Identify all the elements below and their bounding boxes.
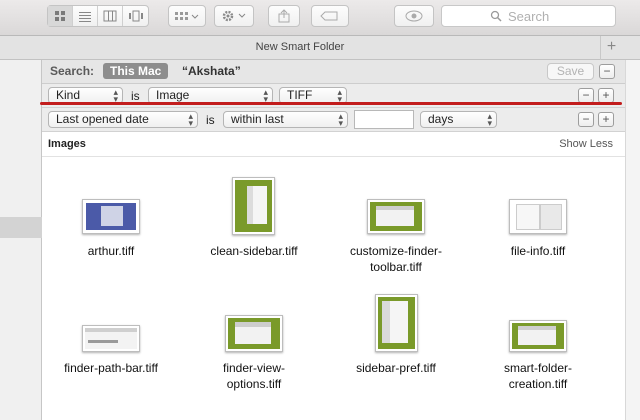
arrange-button[interactable] <box>168 5 206 27</box>
group-title: Images <box>48 138 86 150</box>
popup-arrows-icon: ▴ ▾ <box>263 87 268 104</box>
amount-field[interactable] <box>354 110 414 129</box>
toolbar-search-field[interactable]: Search <box>441 5 616 27</box>
remove-search-button[interactable]: − <box>599 64 615 79</box>
file-thumbnail <box>509 199 567 234</box>
tag-icon <box>320 11 338 21</box>
sidebar <box>0 60 42 420</box>
scope-this-mac[interactable]: This Mac <box>103 63 169 79</box>
file-name: smart-folder-creation.tiff <box>503 361 572 391</box>
save-button[interactable]: Save <box>547 63 594 80</box>
list-view-button[interactable] <box>73 6 98 26</box>
arrange-grid-icon <box>175 12 199 20</box>
search-scope-label: Search: <box>50 64 95 78</box>
group-header: Images Show Less <box>42 132 625 157</box>
file-thumbnail <box>232 177 275 235</box>
remove-criteria-button[interactable]: − <box>578 112 594 127</box>
list-icon <box>79 12 91 22</box>
annotation-underline <box>40 102 622 105</box>
file-thumbnail <box>225 315 283 352</box>
unit-popup[interactable]: days ▴ ▾ <box>420 111 497 128</box>
icon-view-button[interactable] <box>48 6 73 26</box>
popup-arrows-icon: ▴ ▾ <box>487 111 492 128</box>
operator-label: is <box>131 89 140 103</box>
kind-value: Image <box>156 88 190 102</box>
add-criteria-button[interactable]: + <box>598 112 614 127</box>
popup-arrows-icon: ▴ ▾ <box>188 111 193 128</box>
scope-current-folder[interactable]: “Akshata” <box>182 64 241 78</box>
date-range-value: within last <box>231 112 284 126</box>
image-type-value: TIFF <box>287 88 313 102</box>
criteria-row: Last opened date ▴ ▾ is within last ▴ ▾ da… <box>42 108 625 132</box>
file-thumbnail <box>82 325 140 352</box>
columns-icon <box>103 10 117 22</box>
popup-arrows-icon: ▴ ▾ <box>338 111 343 128</box>
file-thumbnail <box>367 199 425 234</box>
remove-criteria-button[interactable]: − <box>578 88 594 103</box>
attribute-value: Kind <box>56 88 81 102</box>
tab-bar: New Smart Folder + <box>0 36 640 60</box>
tab-new-smart-folder[interactable]: New Smart Folder <box>0 41 600 53</box>
file-name: clean-sidebar.tiff <box>210 244 298 258</box>
popup-arrows-icon: ▴ ▾ <box>337 87 342 104</box>
file-thumbnail <box>509 320 567 352</box>
tags-button[interactable] <box>311 5 349 27</box>
attribute-popup[interactable]: Last opened date ▴ ▾ <box>48 111 198 128</box>
finder-toolbar: Search <box>0 0 640 36</box>
main-content: Search: This Mac “Akshata” Save − Kind ▴… <box>42 60 625 420</box>
search-placeholder: Search <box>508 8 550 24</box>
file-name: sidebar-pref.tiff <box>356 361 436 375</box>
gear-icon <box>222 10 246 22</box>
file-name: customize-finder-toolbar.tiff <box>349 244 443 274</box>
coverflow-icon <box>128 10 143 22</box>
cover-flow-button[interactable] <box>123 6 148 26</box>
grid-icon <box>55 11 65 21</box>
file-name: file-info.tiff <box>510 244 566 258</box>
share-button[interactable] <box>268 5 300 27</box>
file-thumbnail <box>82 199 140 234</box>
quick-look-button[interactable] <box>394 5 434 27</box>
file-name: arthur.tiff <box>87 244 135 258</box>
action-button[interactable] <box>214 5 254 27</box>
search-scope-bar: Search: This Mac “Akshata” Save − <box>42 60 625 84</box>
share-icon <box>278 9 290 23</box>
unit-value: days <box>428 112 454 126</box>
eye-icon <box>405 10 423 22</box>
attribute-value: Last opened date <box>56 112 149 126</box>
add-criteria-button[interactable]: + <box>598 88 614 103</box>
window-edge <box>625 60 640 420</box>
file-name: finder-view-options.tiff <box>222 361 285 391</box>
sidebar-selected-item[interactable] <box>0 217 42 238</box>
show-less-link[interactable]: Show Less <box>559 138 613 150</box>
file-thumbnail <box>375 294 418 352</box>
new-tab-button[interactable]: + <box>600 36 622 60</box>
popup-arrows-icon: ▴ ▾ <box>113 87 118 104</box>
view-mode-control[interactable] <box>47 5 149 27</box>
column-view-button[interactable] <box>98 6 123 26</box>
date-range-popup[interactable]: within last ▴ ▾ <box>223 111 348 128</box>
search-icon <box>490 10 502 22</box>
operator-label: is <box>206 113 215 127</box>
file-name: finder-path-bar.tiff <box>64 361 158 375</box>
